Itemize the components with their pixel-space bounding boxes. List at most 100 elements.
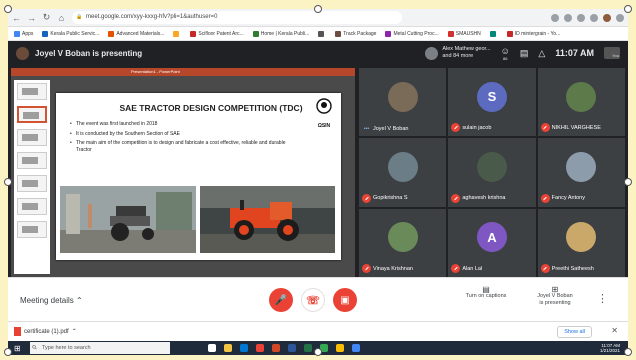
resize-handle[interactable] bbox=[4, 5, 12, 13]
screen-frame: ← → ↻ ⌂ meet.google.com/xyy-kxxg-hfv?pli… bbox=[8, 9, 628, 355]
resize-handle[interactable] bbox=[4, 178, 12, 186]
download-item[interactable]: certificate (1).pdf ⌃ bbox=[14, 327, 77, 336]
forward-icon[interactable]: → bbox=[27, 13, 36, 23]
taskbar-search[interactable]: Type here to search bbox=[30, 342, 170, 354]
hang-up-icon: ☏ bbox=[306, 294, 320, 307]
slide-thumbnail-selected[interactable] bbox=[17, 106, 47, 123]
resize-handle[interactable] bbox=[624, 5, 632, 13]
extension-icon[interactable] bbox=[590, 13, 598, 22]
close-icon[interactable]: ✕ bbox=[611, 326, 618, 335]
task-view-icon[interactable] bbox=[208, 344, 216, 352]
bookmark-item[interactable]: Metal Cutting Proc... bbox=[385, 30, 439, 37]
participant-tile[interactable]: aghavesh krishna bbox=[448, 138, 536, 207]
activities-button[interactable]: △ bbox=[538, 48, 545, 59]
people-button[interactable]: ☺ 86 bbox=[501, 46, 510, 61]
resize-handle[interactable] bbox=[4, 348, 12, 356]
bookmark-item[interactable]: Advanced Materials... bbox=[108, 30, 164, 37]
resize-handle[interactable] bbox=[624, 178, 632, 186]
bookmark-item[interactable]: Track Package bbox=[335, 30, 376, 37]
menu-icon[interactable] bbox=[616, 13, 624, 22]
participant-tile[interactable]: Gopikrishna S bbox=[359, 138, 447, 207]
mic-off-icon bbox=[362, 193, 371, 203]
bookmark-item[interactable] bbox=[318, 30, 326, 37]
participant-tile[interactable]: Preethi Satheesh bbox=[537, 208, 625, 277]
reload-icon[interactable]: ↻ bbox=[42, 12, 51, 23]
address-bar[interactable]: meet.google.com/xyy-kxxg-hfv?pli=1&authu… bbox=[72, 11, 402, 24]
participant-name: Gopikrishna S bbox=[373, 195, 408, 202]
bookmark-item[interactable]: SMAUSHN bbox=[447, 30, 481, 37]
captions-button[interactable]: ▤ Turn on captions bbox=[458, 286, 514, 300]
bookmark-item[interactable]: ID mintergrain - Yo... bbox=[506, 30, 561, 37]
presenting-label-name: Joyel V Boban bbox=[537, 293, 573, 299]
bookmark-item[interactable] bbox=[489, 30, 498, 37]
resize-handle[interactable] bbox=[624, 348, 632, 356]
bookmark-icon bbox=[190, 30, 197, 37]
others-name: Alex Mathew geor... bbox=[442, 46, 491, 52]
participant-name: sulain jacob bbox=[462, 124, 492, 131]
slide-thumbnail[interactable] bbox=[17, 175, 47, 192]
extension-icon[interactable] bbox=[551, 13, 559, 22]
file-explorer-icon[interactable] bbox=[224, 344, 232, 352]
bookmark-item[interactable]: Scifloor Patent Arc... bbox=[190, 30, 244, 37]
participant-tile[interactable]: A Alan Lal bbox=[448, 208, 536, 277]
bookmark-item[interactable]: Kerala Public Servic... bbox=[42, 30, 99, 37]
speaking-icon: ••• bbox=[363, 126, 370, 133]
self-view[interactable]: You bbox=[604, 47, 620, 59]
bookmark-label: ID mintergrain - Yo... bbox=[514, 30, 561, 37]
slide-thumbnail[interactable] bbox=[17, 152, 47, 169]
logo-text: ΩSIN bbox=[317, 123, 331, 129]
participant-avatar bbox=[566, 81, 597, 112]
slide-thumbnail[interactable] bbox=[17, 221, 47, 238]
participant-tile[interactable]: Ssulain jacob bbox=[448, 68, 536, 137]
app-icon[interactable] bbox=[336, 344, 344, 352]
profile-avatar[interactable] bbox=[603, 13, 611, 22]
home-icon[interactable]: ⌂ bbox=[57, 13, 66, 23]
store-icon[interactable] bbox=[240, 344, 248, 352]
bookmark-item[interactable]: Home | Kerala Publi... bbox=[252, 30, 309, 37]
bookmark-item[interactable]: Apps bbox=[14, 30, 34, 37]
powerpoint-titlebar: Presentation1 - PowerPoint bbox=[11, 68, 355, 76]
leave-call-button[interactable]: ☏ bbox=[301, 288, 325, 312]
taskbar-apps bbox=[208, 344, 360, 352]
camera-toggle-button[interactable]: ▣ bbox=[333, 288, 357, 312]
participant-tile[interactable]: ••• Joyel V Boban bbox=[359, 68, 447, 137]
slide-thumbnail[interactable] bbox=[17, 198, 47, 215]
more-options-icon[interactable]: ⋮ bbox=[597, 292, 608, 305]
slide-thumbnail[interactable] bbox=[17, 83, 47, 100]
captions-label: Turn on captions bbox=[465, 293, 507, 299]
self-view-label: You bbox=[612, 53, 619, 58]
participant-tile[interactable]: NIKHIL VARGHESE bbox=[537, 68, 625, 137]
team-logo: ΩSIN bbox=[313, 98, 335, 129]
slide-thumbnail[interactable] bbox=[17, 129, 47, 146]
bookmark-icon bbox=[506, 30, 513, 37]
show-all-button[interactable]: Show all bbox=[557, 326, 592, 338]
system-clock[interactable]: 11:07 AM 1/21/2021 bbox=[600, 343, 620, 353]
bookmark-label: Apps bbox=[22, 30, 34, 37]
meeting-details-label: Meeting details bbox=[20, 296, 74, 305]
extension-icon[interactable] bbox=[564, 13, 572, 22]
participant-avatar bbox=[425, 46, 439, 60]
word-icon[interactable] bbox=[288, 344, 296, 352]
windows-start-icon[interactable]: ⊞ bbox=[14, 344, 24, 353]
chrome-icon[interactable] bbox=[256, 344, 264, 352]
excel-icon[interactable] bbox=[304, 344, 312, 352]
participant-name: Alan Lal bbox=[462, 265, 483, 272]
participant-tile[interactable]: Vinaya Krishnan bbox=[359, 208, 447, 277]
app-icon[interactable] bbox=[352, 344, 360, 352]
bookmark-item[interactable] bbox=[173, 30, 181, 37]
participant-name: Preethi Satheesh bbox=[551, 265, 594, 272]
resize-handle[interactable] bbox=[314, 5, 322, 13]
participant-tile[interactable]: Fancy Antony bbox=[537, 138, 625, 207]
resize-handle[interactable] bbox=[314, 348, 322, 356]
mic-toggle-button[interactable]: 🎤 bbox=[269, 288, 293, 312]
chat-button[interactable]: ▤ bbox=[520, 48, 529, 59]
meeting-details-button[interactable]: Meeting details ⌃ bbox=[20, 296, 83, 305]
back-icon[interactable]: ← bbox=[12, 13, 21, 23]
taskbar-date: 1/21/2021 bbox=[599, 348, 620, 353]
powerpoint-icon[interactable] bbox=[272, 344, 280, 352]
slide-thumbnails bbox=[14, 80, 50, 274]
present-button[interactable]: ⊞ Joyel V Boban is presenting bbox=[526, 286, 584, 307]
participant-avatar: A bbox=[476, 222, 507, 253]
extension-icon[interactable] bbox=[577, 13, 585, 22]
mic-off-icon bbox=[540, 264, 550, 273]
